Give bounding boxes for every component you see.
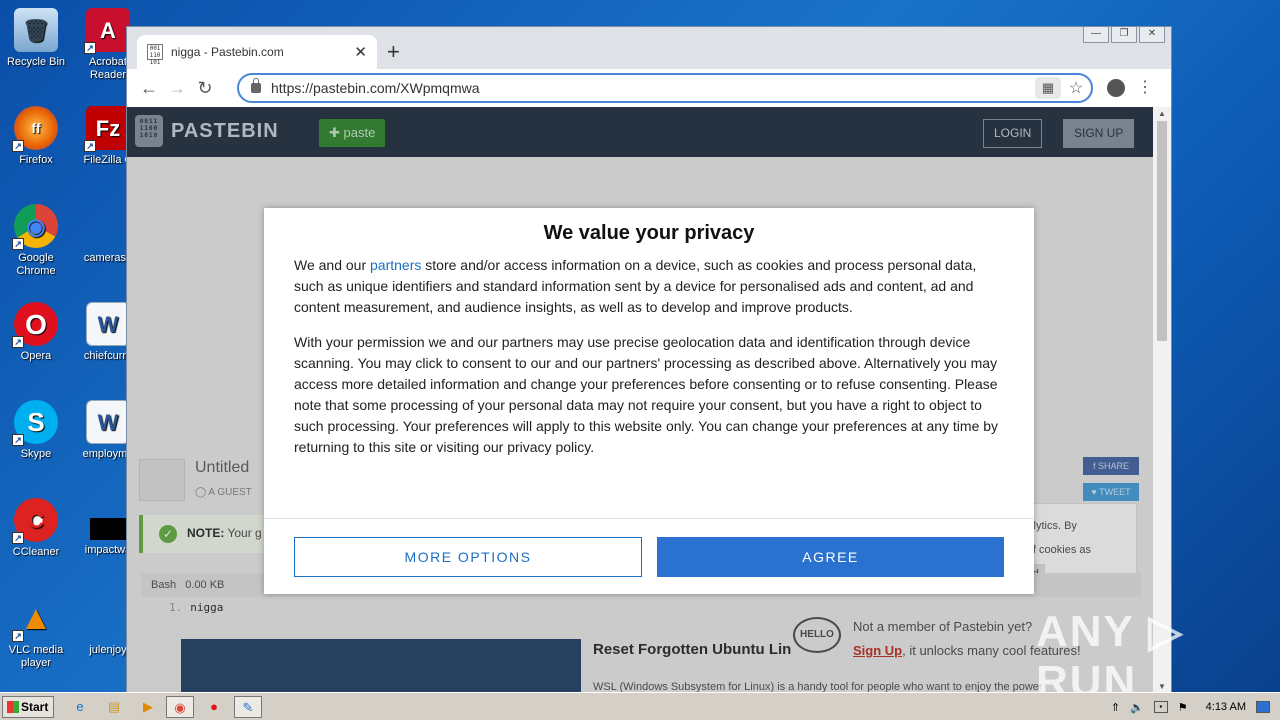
back-icon[interactable]: ← — [135, 78, 163, 99]
desktop-icon-label: chiefcurre — [83, 350, 133, 362]
pastebin-favicon-icon: 001 110 101 — [147, 44, 163, 66]
word-document-icon: W — [86, 400, 130, 444]
menu-kebab-icon[interactable]: ⋮ — [1137, 77, 1153, 97]
url-text[interactable]: https://pastebin.com/XWpmqmwa — [271, 80, 480, 96]
chrome-icon: ◉ ↗ — [12, 204, 58, 250]
tray-expand-icon[interactable]: ⇑ — [1111, 701, 1120, 714]
system-tray: ⇑ 🔈 ▪ ⚑ 4:13 AM — [1111, 695, 1280, 719]
browser-window: 001 110 101 nigga - Pastebin.com ✕ + — ❐… — [126, 26, 1172, 693]
more-options-button[interactable]: MORE OPTIONS — [294, 537, 642, 577]
desktop-icon-label: julenjoy — [89, 644, 127, 656]
blank-file-icon — [86, 204, 130, 248]
start-button[interactable]: Start — [2, 696, 54, 718]
taskbar-ie-icon[interactable]: e — [66, 696, 94, 718]
close-window-button[interactable]: ✕ — [1139, 27, 1165, 43]
web-page: 0011 1100 1010 PASTEBIN ✚ paste LOGIN SI… — [127, 107, 1155, 693]
window-controls: — ❐ ✕ — [1083, 27, 1165, 43]
desktop-icon-recycle-bin[interactable]: 🗑 Recycle Bin — [0, 8, 72, 69]
desktop-icon-firefox[interactable]: ff ↗ Firefox — [0, 106, 72, 167]
close-tab-icon[interactable]: ✕ — [354, 43, 367, 61]
desktop-icon-label: CCleaner — [12, 546, 60, 558]
desktop-icon-label: Recycle Bin — [6, 56, 66, 68]
desktop-icon-label: Google Chrome — [16, 252, 56, 277]
desktop-icon-label: Firefox — [19, 154, 53, 166]
desktop-icon-vlc[interactable]: ▲ ↗ VLC media player — [0, 596, 72, 670]
address-bar[interactable]: https://pastebin.com/XWpmqmwa ▦ ☆ — [237, 73, 1093, 103]
privacy-title: We value your privacy — [543, 222, 755, 244]
taskbar-chrome-icon[interactable]: ◉ — [166, 696, 194, 718]
scrollbar-thumb[interactable] — [1157, 121, 1167, 341]
desktop-icon-label: Acrobat Reader — [89, 56, 127, 81]
start-label: Start — [21, 700, 49, 714]
reload-icon[interactable]: ↻ — [191, 78, 219, 99]
taskbar-app-icon[interactable]: ✎ — [234, 696, 262, 718]
desktop-icon-label: Skype — [20, 448, 52, 460]
desktop-icon-label: VLC media player — [8, 644, 64, 669]
privacy-paragraph-2: With your permission we and our partners… — [294, 334, 999, 455]
action-center-flag-icon[interactable]: ⚑ — [1178, 701, 1188, 714]
taskbar: Start e ▤ ▶ ◉ ● ✎ ⇑ 🔈 ▪ ⚑ 4:13 AM — [0, 692, 1280, 720]
desktop-icon-label: Opera — [20, 350, 52, 362]
filezilla-icon: Fz ↗ — [84, 106, 130, 152]
profile-avatar-icon[interactable] — [1107, 79, 1125, 97]
tab-title: nigga - Pastebin.com — [171, 45, 284, 59]
minimize-button[interactable]: — — [1083, 27, 1109, 43]
vlc-cone-icon: ▲ ↗ — [12, 596, 58, 642]
show-desktop-icon[interactable] — [1256, 701, 1270, 713]
desktop-icon-label: cameraso — [83, 252, 133, 264]
taskbar-explorer-icon[interactable]: ▤ — [100, 696, 128, 718]
taskbar-opera-icon[interactable]: ● — [200, 696, 228, 718]
taskbar-media-player-icon[interactable]: ▶ — [134, 696, 162, 718]
desktop-icon-opera[interactable]: O ↗ Opera — [0, 302, 72, 363]
word-document-icon: W — [86, 302, 130, 346]
restore-button[interactable]: ❐ — [1111, 27, 1137, 43]
skype-icon: S ↗ — [12, 400, 58, 446]
partners-link[interactable]: partners — [370, 257, 421, 273]
desktop-icon-ccleaner[interactable]: C ↗ CCleaner — [0, 498, 72, 559]
network-icon[interactable]: ▪ — [1153, 701, 1168, 713]
qr-code-icon[interactable]: ▦ — [1035, 77, 1061, 99]
ccleaner-icon: C ↗ — [12, 498, 58, 544]
scroll-up-icon[interactable]: ▲ — [1158, 109, 1166, 118]
forward-icon[interactable]: → — [163, 78, 191, 99]
desktop-icon-skype[interactable]: S ↗ Skype — [0, 400, 72, 461]
privacy-dialog: We value your privacy We and our partner… — [264, 208, 1034, 594]
privacy-p1-before: We and our — [294, 257, 371, 273]
privacy-paragraph-1: We and our partners store and/or access … — [294, 255, 1004, 318]
agree-button[interactable]: AGREE — [657, 537, 1004, 577]
opera-icon: O ↗ — [12, 302, 58, 348]
blank-file-icon — [86, 596, 130, 640]
recycle-bin-icon: 🗑 — [14, 8, 58, 52]
lock-icon[interactable] — [251, 78, 261, 93]
browser-toolbar: ← → ↻ https://pastebin.com/XWpmqmwa ▦ ☆ … — [127, 69, 1171, 107]
black-file-icon — [90, 518, 126, 540]
windows-flag-icon — [7, 701, 19, 713]
clock[interactable]: 4:13 AM — [1206, 701, 1246, 713]
firefox-icon: ff ↗ — [12, 106, 58, 152]
acrobat-icon: A ↗ — [84, 8, 130, 54]
tab-pastebin[interactable]: 001 110 101 nigga - Pastebin.com ✕ — [137, 35, 377, 69]
privacy-footer: MORE OPTIONS AGREE — [264, 518, 1034, 594]
tab-strip: 001 110 101 nigga - Pastebin.com ✕ + — ❐… — [127, 27, 1171, 69]
desktop-icon-label: impactwa — [84, 544, 132, 556]
bookmark-star-icon[interactable]: ☆ — [1061, 78, 1091, 98]
desktop-icon-chrome[interactable]: ◉ ↗ Google Chrome — [0, 204, 72, 278]
volume-icon[interactable]: 🔈 — [1130, 701, 1144, 714]
new-tab-button[interactable]: + — [387, 39, 400, 65]
